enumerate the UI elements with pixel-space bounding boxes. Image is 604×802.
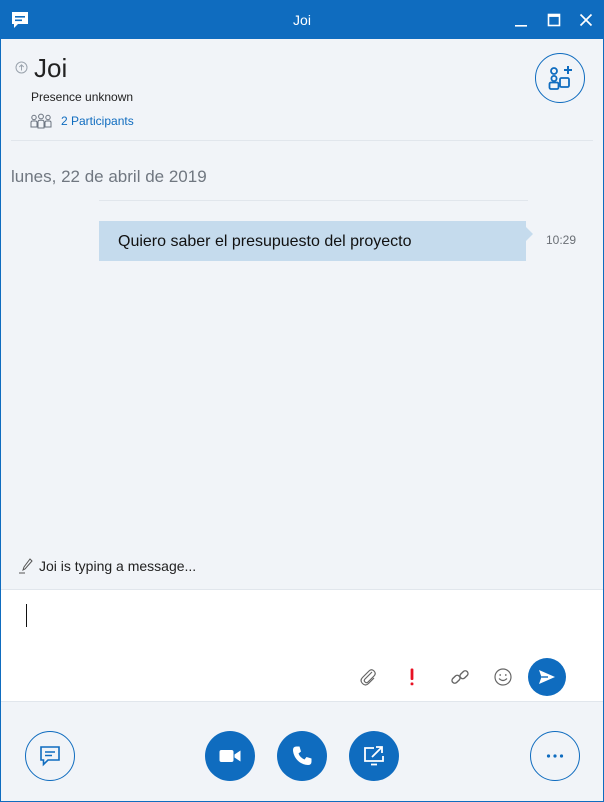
- instant-message-button[interactable]: [25, 731, 75, 781]
- date-divider: [99, 200, 528, 201]
- close-icon: [579, 13, 593, 27]
- pencil-icon: [19, 558, 33, 574]
- compose-area: [1, 589, 603, 701]
- message-timestamp: 10:29: [546, 233, 577, 247]
- conversation-window: Joi Joi Presence unknown 2 Participants …: [0, 0, 604, 802]
- emoji-button[interactable]: [490, 664, 516, 690]
- minimize-button[interactable]: [507, 6, 535, 34]
- people-icon: [30, 113, 52, 129]
- maximize-icon: [547, 13, 561, 27]
- add-people-icon: [548, 66, 572, 90]
- typing-indicator: Joi is typing a message...: [19, 557, 196, 575]
- message-bubble-tail: [526, 227, 533, 241]
- participants-link[interactable]: 2 Participants: [30, 112, 134, 130]
- contact-name[interactable]: Joi: [34, 53, 67, 84]
- more-options-icon: [546, 754, 564, 758]
- smiley-icon: [494, 668, 512, 686]
- participants-label: 2 Participants: [61, 114, 134, 128]
- title-bar: Joi: [1, 1, 603, 39]
- more-options-button[interactable]: [530, 731, 580, 781]
- close-button[interactable]: [572, 6, 600, 34]
- conversation-header: Joi Presence unknown 2 Participants: [1, 39, 603, 141]
- typing-indicator-text: Joi is typing a message...: [39, 558, 197, 574]
- link-icon: [451, 670, 469, 684]
- paperclip-icon: [360, 669, 376, 686]
- share-screen-icon: [364, 746, 384, 766]
- attach-button[interactable]: [355, 664, 381, 690]
- video-call-button[interactable]: [205, 731, 255, 781]
- message-input[interactable]: [19, 596, 579, 646]
- maximize-button[interactable]: [540, 6, 568, 34]
- link-button[interactable]: [447, 664, 473, 690]
- presence-status: Presence unknown: [31, 90, 134, 104]
- presence-unknown-icon: [15, 61, 28, 74]
- important-button[interactable]: [399, 664, 425, 690]
- minimize-icon: [515, 25, 527, 27]
- message-bubble[interactable]: Quiero saber el presupuesto del proyecto: [99, 221, 526, 261]
- exclamation-icon: [410, 668, 414, 686]
- share-screen-button[interactable]: [349, 731, 399, 781]
- video-camera-icon: [219, 750, 241, 762]
- date-header: lunes, 22 de abril de 2019: [11, 167, 207, 186]
- add-people-button[interactable]: [535, 53, 585, 103]
- send-button[interactable]: [528, 658, 566, 696]
- header-divider: [11, 140, 593, 141]
- text-caret: [26, 604, 27, 627]
- action-bar: [1, 701, 603, 801]
- phone-icon: [293, 746, 312, 765]
- audio-call-button[interactable]: [277, 731, 327, 781]
- send-icon: [539, 670, 555, 684]
- instant-message-icon: [40, 746, 60, 767]
